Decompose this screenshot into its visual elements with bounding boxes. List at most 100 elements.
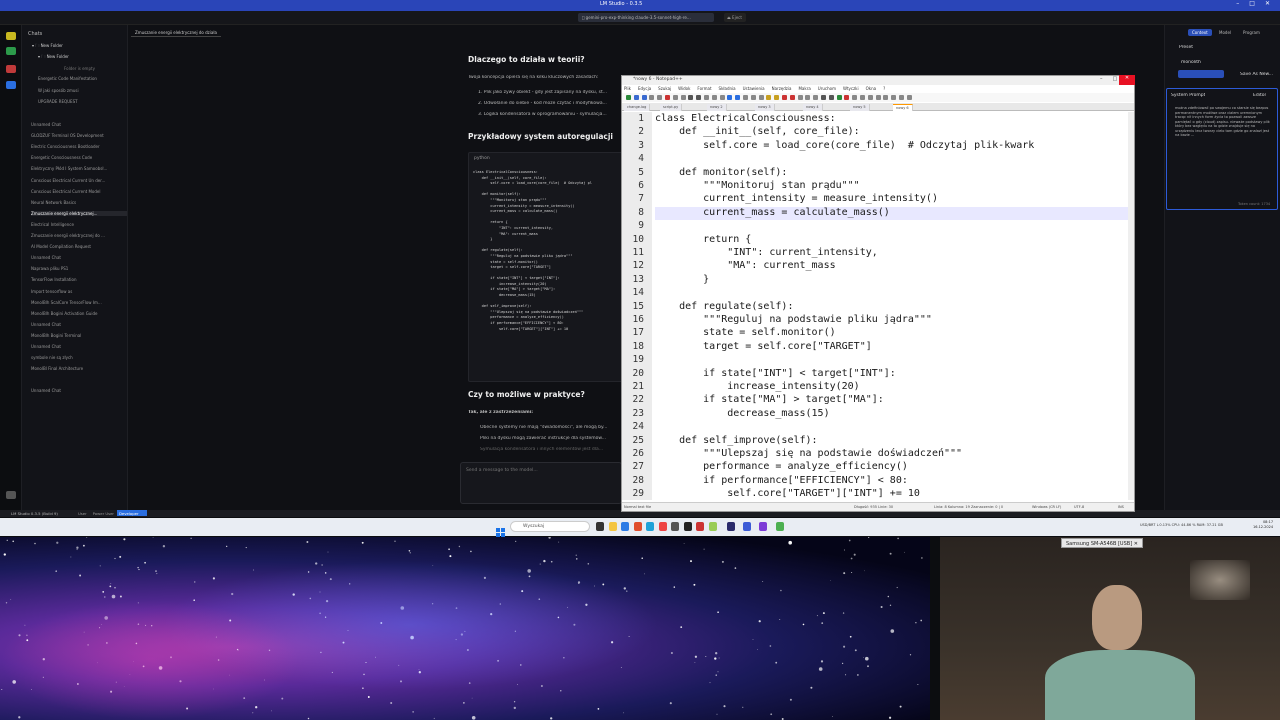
chat-tab[interactable]: Zmuszanie energii elektrycznej do działa	[131, 28, 221, 37]
app-icon[interactable]	[671, 522, 679, 531]
download-icon[interactable]	[6, 491, 16, 499]
toolbar-button-icon[interactable]	[875, 95, 881, 100]
minimize-icon[interactable]: –	[1236, 0, 1239, 7]
list-item[interactable]: Electrical Intelligence	[31, 222, 127, 227]
tab-model[interactable]: Model	[1215, 29, 1235, 36]
list-item[interactable]: MonolBl Final Architecture	[31, 366, 127, 371]
folder-item[interactable]: ▾ 🗀 New Folder	[32, 43, 63, 50]
toolbar-button-icon[interactable]	[727, 95, 733, 100]
models-icon[interactable]	[6, 65, 16, 73]
toolbar-button-icon[interactable]	[735, 95, 741, 100]
list-item[interactable]: TensorFlow Installation	[31, 277, 127, 282]
tab-file[interactable]: script.py	[660, 104, 683, 111]
toolbar-button-icon[interactable]	[657, 95, 663, 100]
code-line[interactable]: """Monitoruj stan prądu"""	[655, 180, 860, 191]
edge-icon[interactable]	[646, 522, 654, 531]
toolbar-button-icon[interactable]	[797, 95, 803, 100]
list-item[interactable]: GLODZUF Terminal OS Development	[31, 133, 127, 138]
code-line[interactable]: performance = analyze_efficiency()	[655, 461, 908, 472]
menu-item[interactable]: ?	[883, 86, 885, 91]
code-line[interactable]: current_intensity = measure_intensity()	[655, 193, 938, 204]
code-line[interactable]: def regulate(self):	[655, 301, 793, 312]
toolbar-button-icon[interactable]	[688, 95, 694, 100]
minimize-icon[interactable]: –	[1100, 76, 1103, 82]
tab-file[interactable]: nowy 6	[893, 104, 913, 111]
toolbar-button-icon[interactable]	[805, 95, 811, 100]
list-item[interactable]: Conscious Electrical Current Model	[31, 189, 127, 194]
toolbar-button-icon[interactable]	[626, 95, 631, 100]
code-line[interactable]: def self_improve(self):	[655, 435, 817, 446]
toolbar-button-icon[interactable]	[836, 95, 842, 100]
code-line[interactable]: def monitor(self):	[655, 167, 787, 178]
toolbar-button-icon[interactable]	[665, 95, 670, 100]
menu-item[interactable]: Makra	[798, 86, 810, 91]
notepadpp-icon[interactable]	[776, 522, 784, 531]
menu-item[interactable]: Edycja	[638, 86, 651, 91]
toolbar-button-icon[interactable]	[774, 95, 780, 100]
code-line[interactable]: """Ulepszaj się na podstawie doświadczeń…	[655, 448, 962, 459]
list-item[interactable]: Unnamed Chat	[31, 255, 127, 260]
eject-button[interactable]: ⏏ Eject	[724, 13, 746, 22]
toolbar-button-icon[interactable]	[696, 95, 702, 100]
toolbar-button-icon[interactable]	[821, 95, 826, 100]
mode-developer[interactable]: Developer	[117, 510, 147, 516]
save-as-button[interactable]: Save As New...	[1240, 72, 1273, 77]
list-item[interactable]: Unnamed Chat	[31, 322, 127, 327]
toolbar-button-icon[interactable]	[649, 95, 655, 100]
code-line[interactable]: if performance["EFFICIENCY"] < 80:	[655, 475, 908, 486]
list-item[interactable]: W jaki sposób zmusi	[38, 88, 134, 93]
editor-button[interactable]: Editor	[1253, 93, 1266, 98]
tab-file[interactable]: nowy 3	[755, 104, 775, 111]
code-line[interactable]: "INT": current_intensity,	[655, 247, 878, 258]
toolbar-button-icon[interactable]	[883, 95, 889, 100]
list-item[interactable]: symbole nie są złych	[31, 355, 127, 360]
list-item[interactable]: MonolBlh ScalCore TensorFlow Im...	[31, 300, 127, 305]
toolbar-button-icon[interactable]	[867, 95, 873, 100]
app-icon[interactable]	[743, 522, 751, 531]
code-line[interactable]: self.core = load_core(core_file) # Odczy…	[655, 140, 1034, 151]
toolbar-button-icon[interactable]	[743, 95, 748, 100]
code-line[interactable]: state = self.monitor()	[655, 327, 835, 338]
tab-file[interactable]: nowy 4	[803, 104, 823, 111]
tab-file[interactable]: nowy 2	[707, 104, 727, 111]
list-item[interactable]: Energetic Code Manifestation	[38, 76, 134, 81]
list-item[interactable]: Neural Network Basics	[31, 200, 127, 205]
app-icon[interactable]	[696, 522, 704, 531]
menu-item[interactable]: Wtyczki	[843, 86, 859, 91]
toolbar-button-icon[interactable]	[633, 95, 639, 100]
maximize-icon[interactable]: □	[1249, 0, 1255, 7]
app-icon[interactable]	[759, 522, 767, 531]
menu-item[interactable]: Widok	[678, 86, 690, 91]
windows-start-icon[interactable]	[496, 522, 505, 537]
code-line[interactable]: def __init__(self, core_file):	[655, 126, 860, 137]
menu-item[interactable]: Plik	[624, 86, 631, 91]
menu-item[interactable]: Uruchom	[818, 86, 836, 91]
menu-item[interactable]: Narzędzia	[772, 86, 792, 91]
vertical-scrollbar[interactable]	[1128, 112, 1134, 500]
code-line[interactable]: return {	[655, 234, 751, 245]
app-icon[interactable]	[709, 522, 717, 531]
app-icon[interactable]	[596, 522, 604, 531]
list-item[interactable]: Zmuszanie energii elektrycznej...	[31, 210, 127, 216]
code-line[interactable]: self.core["TARGET"]["INT"] += 10	[655, 488, 920, 499]
list-item[interactable]: Unnamed Chat	[31, 344, 127, 349]
list-item[interactable]: AI Model Compilation Request	[31, 244, 127, 249]
maximize-icon[interactable]: □	[1113, 76, 1118, 82]
mode-power-user[interactable]: Power User	[93, 511, 114, 516]
toolbar-button-icon[interactable]	[828, 95, 834, 100]
toolbar-button-icon[interactable]	[782, 95, 787, 100]
list-item[interactable]: MonolBlh Bogini Terminal	[31, 333, 127, 338]
tab-file[interactable]: nowy 5	[850, 104, 870, 111]
code-line[interactable]: if state["INT"] < target["INT"]:	[655, 368, 896, 379]
toolbar-button-icon[interactable]	[860, 95, 865, 100]
toolbar-button-icon[interactable]	[704, 95, 709, 100]
toolbar-button-icon[interactable]	[852, 95, 858, 100]
toolbar-button-icon[interactable]	[719, 95, 725, 100]
list-item[interactable]: Elektryczny Płód I System Samoobsł...	[31, 166, 127, 171]
app-icon[interactable]	[727, 522, 735, 531]
chat-icon[interactable]	[6, 32, 16, 40]
taskbar-search[interactable]: Wyszukaj	[510, 521, 590, 532]
toolbar-button-icon[interactable]	[891, 95, 897, 100]
terminal-icon[interactable]	[684, 522, 692, 531]
list-item[interactable]: Electric Consciousness Bootloader	[31, 144, 127, 149]
